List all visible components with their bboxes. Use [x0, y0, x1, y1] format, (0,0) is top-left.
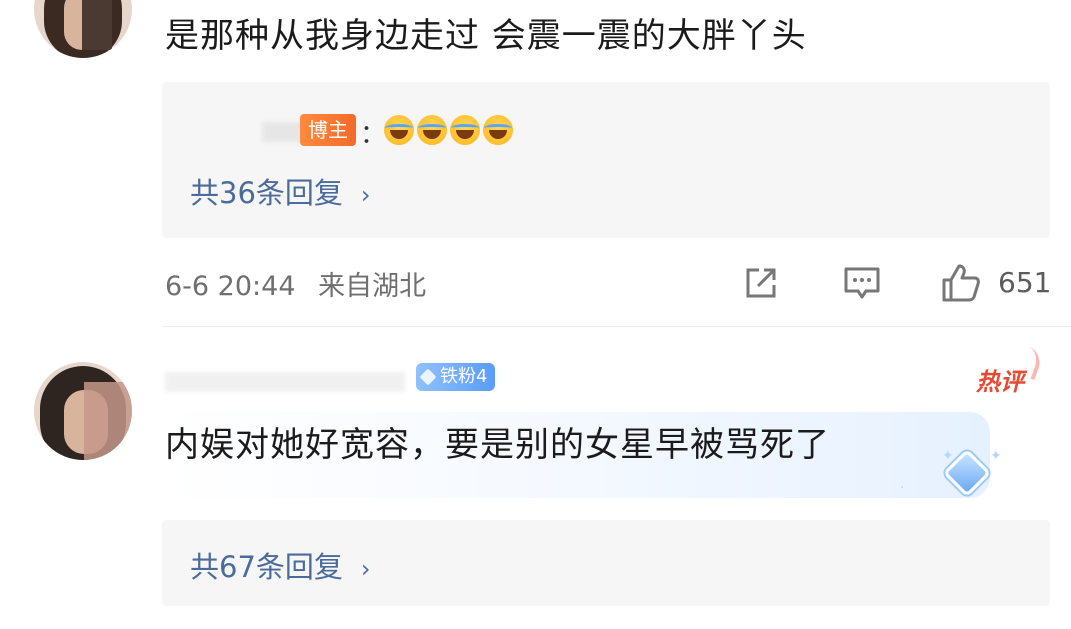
view-replies-link[interactable]: 共36条回复 › — [190, 170, 371, 212]
view-replies-link[interactable]: 共67条回复 › — [190, 544, 371, 586]
sparkle-icon: · — [900, 480, 905, 496]
comment-meta: 6-6 20:44 来自湖北 — [165, 264, 426, 303]
laugh-cry-emoji-icon — [417, 115, 447, 145]
avatar[interactable] — [34, 362, 132, 460]
reply-author-name-blurred — [262, 122, 302, 142]
sparkle-icon: ✦ — [942, 448, 954, 464]
thumbs-up-icon[interactable] — [940, 262, 982, 304]
location: 来自湖北 — [318, 271, 427, 302]
fan-level-badge: 铁粉4 — [416, 363, 496, 391]
reply-preview-box[interactable]: 博主 ： 共36条回复 › — [162, 82, 1050, 238]
laugh-cry-emoji-icon — [450, 115, 480, 145]
hot-comment-badge: 热评 — [976, 368, 1024, 396]
like-count: 651 — [998, 266, 1052, 299]
reply-count-label: 共36条回复 — [190, 176, 343, 210]
share-icon[interactable] — [742, 264, 780, 302]
laugh-cry-emoji-icon — [384, 115, 414, 145]
laugh-cry-emoji-icon — [483, 115, 513, 145]
commenter-name-blurred — [165, 372, 405, 392]
avatar[interactable] — [34, 0, 132, 58]
comment-text: 是那种从我身边走过 会震一震的大胖丫头 — [165, 16, 807, 56]
divider — [162, 326, 1071, 327]
sparkle-icon: ✦ — [990, 448, 1002, 464]
timestamp: 6-6 20:44 — [165, 271, 296, 302]
comment-icon[interactable] — [842, 264, 882, 302]
chevron-right-icon: › — [360, 555, 371, 583]
reply-preview-box[interactable]: 共67条回复 › — [162, 520, 1050, 606]
comment-feed: 是那种从我身边走过 会震一震的大胖丫头 博主 ： 共36条回复 › 6-6 20:… — [0, 0, 1071, 629]
chevron-right-icon: › — [360, 181, 371, 209]
author-badge: 博主 — [300, 114, 356, 146]
reply-count-label: 共67条回复 — [190, 550, 343, 584]
comment-text: 内娱对她好宽容，要是别的女星早被骂死了 — [165, 425, 830, 465]
reply-colon: ： — [360, 120, 387, 150]
